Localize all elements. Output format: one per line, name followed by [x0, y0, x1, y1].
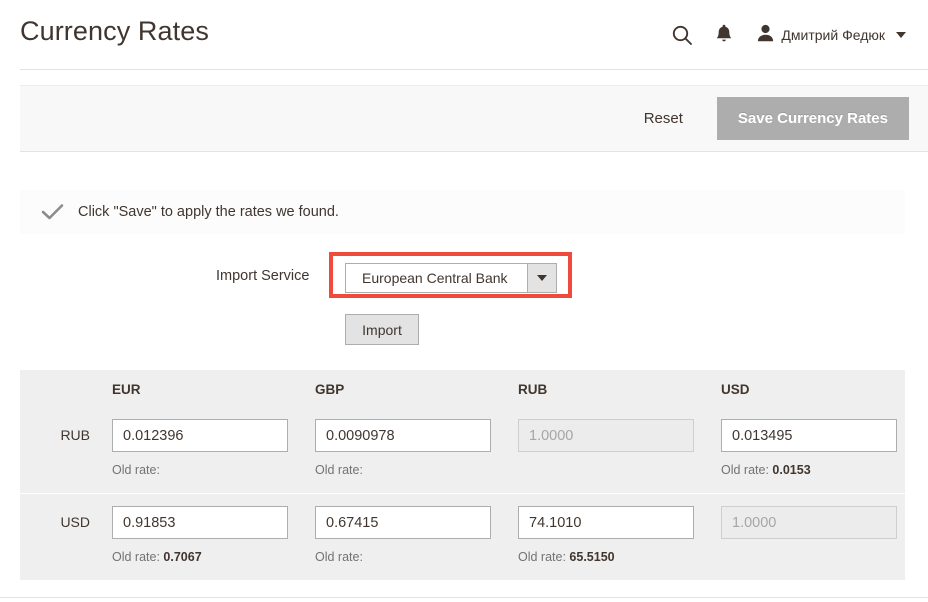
save-currency-rates-button[interactable]: Save Currency Rates: [716, 97, 909, 140]
chevron-down-icon: [896, 32, 906, 38]
chevron-down-icon[interactable]: [527, 264, 556, 292]
rate-cell-rub-gbp: Old rate:: [315, 419, 491, 477]
rate-cell-usd-rub: Old rate: 65.5150: [518, 506, 694, 564]
search-icon[interactable]: [661, 16, 703, 54]
bell-icon[interactable]: [703, 16, 745, 54]
rate-cell-rub-usd: Old rate: 0.0153: [721, 419, 897, 477]
rate-input-rub-usd[interactable]: [721, 419, 897, 452]
old-rate-usd-eur: Old rate: 0.7067: [112, 550, 202, 564]
header-divider: [20, 69, 928, 70]
old-rate-usd-rub: Old rate: 65.5150: [518, 550, 615, 564]
rate-input-usd-usd: [721, 506, 897, 539]
rate-input-rub-gbp[interactable]: [315, 419, 491, 452]
currency-rates-table: EUR GBP RUB USD RUB Old rate: Old rate:: [20, 370, 905, 580]
rate-input-usd-gbp[interactable]: [315, 506, 491, 539]
import-service-label: Import Service: [216, 268, 310, 284]
rate-input-usd-eur[interactable]: [112, 506, 288, 539]
rate-cell-rub-rub: [518, 419, 694, 463]
rate-cell-rub-eur: Old rate:: [112, 419, 288, 477]
page-actions-toolbar: Reset Save Currency Rates: [20, 85, 928, 152]
old-rate-usd-gbp: Old rate:: [315, 550, 363, 564]
page-title: Currency Rates: [20, 16, 209, 46]
import-service-select[interactable]: European Central Bank: [345, 263, 557, 293]
row-label-rub: RUB: [60, 427, 90, 443]
table-header-row: EUR GBP RUB USD: [20, 370, 905, 407]
table-row: RUB Old rate: Old rate: Old rate: 0.0153: [20, 407, 905, 493]
old-rate-rub-usd: Old rate: 0.0153: [721, 463, 811, 477]
message-text: Click "Save" to apply the rates we found…: [78, 204, 339, 220]
footer-divider: [0, 597, 928, 598]
rate-input-rub-rub: [518, 419, 694, 452]
column-header-eur: EUR: [112, 382, 141, 397]
column-header-rub: RUB: [518, 382, 548, 397]
account-name: Дмитрий Федюк: [781, 27, 885, 43]
reset-button[interactable]: Reset: [634, 102, 693, 135]
column-header-usd: USD: [721, 382, 750, 397]
header-tools: Дмитрий Федюк: [661, 16, 906, 54]
rate-cell-usd-eur: Old rate: 0.7067: [112, 506, 288, 564]
column-header-gbp: GBP: [315, 382, 345, 397]
rate-input-rub-eur[interactable]: [112, 419, 288, 452]
row-label-usd: USD: [60, 514, 90, 530]
import-service-selected-value: European Central Bank: [362, 270, 508, 286]
import-button[interactable]: Import: [345, 314, 419, 345]
success-message: Click "Save" to apply the rates we found…: [20, 190, 905, 234]
rate-cell-usd-usd: [721, 506, 897, 550]
old-rate-rub-eur: Old rate:: [112, 463, 160, 477]
user-icon: [757, 24, 774, 47]
page-header: Currency Rates Дмитрий Федюк: [0, 0, 928, 70]
checkmark-icon: [38, 203, 68, 221]
account-menu[interactable]: Дмитрий Федюк: [757, 24, 906, 47]
rate-input-usd-rub[interactable]: [518, 506, 694, 539]
table-row: USD Old rate: 0.7067 Old rate: Old rate:…: [20, 493, 905, 580]
old-rate-rub-gbp: Old rate:: [315, 463, 363, 477]
import-service-field: Import Service European Central Bank: [0, 252, 928, 298]
rate-cell-usd-gbp: Old rate:: [315, 506, 491, 564]
